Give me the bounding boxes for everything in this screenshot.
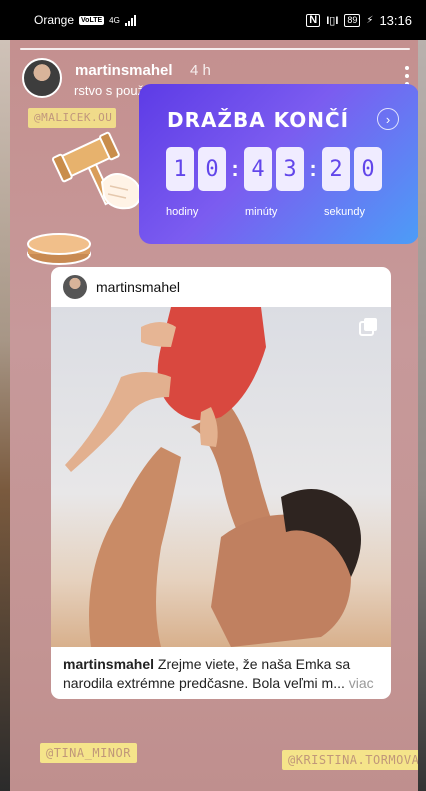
- clock: 13:16: [379, 12, 412, 28]
- countdown-label-hours: hodiny: [166, 206, 199, 218]
- caption-username[interactable]: martinsmahel: [63, 656, 154, 672]
- post-photo[interactable]: [51, 307, 391, 647]
- countdown-digits: 1 0 : 4 3 : 2 0: [166, 147, 386, 191]
- countdown-digit: 0: [354, 147, 382, 191]
- status-bar: Orange VoLTE 4G N I▯I 89 ⚡ 13:16: [0, 0, 426, 40]
- vibrate-icon: I▯I: [326, 14, 339, 27]
- gavel-block-sticker: [27, 233, 91, 265]
- countdown-digit: 3: [276, 147, 304, 191]
- colon-separator: :: [231, 156, 239, 181]
- charging-icon: ⚡: [366, 14, 374, 26]
- nfc-icon: N: [306, 13, 321, 27]
- status-left: Orange VoLTE 4G: [34, 13, 136, 27]
- avatar[interactable]: [22, 58, 62, 98]
- status-right: N I▯I 89 ⚡ 13:16: [306, 13, 412, 28]
- story-view[interactable]: martinsmahel 4 h rstvo s používateľom pa…: [10, 40, 418, 791]
- battery-level: 89: [347, 14, 358, 25]
- next-story-edge[interactable]: [418, 40, 426, 791]
- story-username[interactable]: martinsmahel: [75, 62, 173, 79]
- previous-story-edge[interactable]: [0, 40, 10, 791]
- multi-photo-icon: [359, 318, 377, 336]
- post-username[interactable]: martinsmahel: [96, 279, 180, 295]
- chevron-right-icon[interactable]: ›: [377, 108, 399, 130]
- colon-separator: :: [309, 156, 317, 181]
- shared-post-card[interactable]: martinsmahel martinsmahel Zrejme viete, …: [51, 267, 391, 699]
- story-progress-bar: [20, 48, 410, 50]
- gavel-sticker-icon: [51, 131, 142, 210]
- carrier-name: Orange: [34, 13, 75, 27]
- countdown-digit: 1: [166, 147, 194, 191]
- countdown-digit: 4: [244, 147, 272, 191]
- countdown-digit: 0: [198, 147, 226, 191]
- network-type: 4G: [109, 15, 120, 25]
- countdown-digit: 2: [322, 147, 350, 191]
- more-link[interactable]: viac: [345, 675, 374, 691]
- countdown-label-minutes: minúty: [245, 206, 278, 218]
- volte-badge: VoLTE: [79, 15, 105, 25]
- signal-icon: [124, 14, 136, 26]
- countdown-sticker[interactable]: DRAŽBA KONČÍ › 1 0 : 4 3 : 2 0 hodiny mi…: [139, 84, 418, 244]
- father-baby-illustration: [65, 307, 361, 647]
- post-header: martinsmahel: [51, 267, 391, 307]
- countdown-label-seconds: sekundy: [324, 206, 365, 218]
- mention-sticker[interactable]: @KRISTINA.TORMOVA: [282, 750, 418, 770]
- more-vertical-icon[interactable]: [402, 66, 412, 86]
- phone-screen: Orange VoLTE 4G N I▯I 89 ⚡ 13:16 martins…: [0, 0, 426, 791]
- avatar[interactable]: [63, 275, 87, 299]
- post-caption[interactable]: martinsmahel Zrejme viete, že naša Emka …: [63, 655, 383, 693]
- mention-sticker[interactable]: @TINA_MINOR: [40, 743, 137, 763]
- countdown-title: DRAŽBA KONČÍ: [167, 108, 350, 132]
- battery-icon: 89: [344, 13, 361, 27]
- story-time: 4 h: [190, 62, 211, 79]
